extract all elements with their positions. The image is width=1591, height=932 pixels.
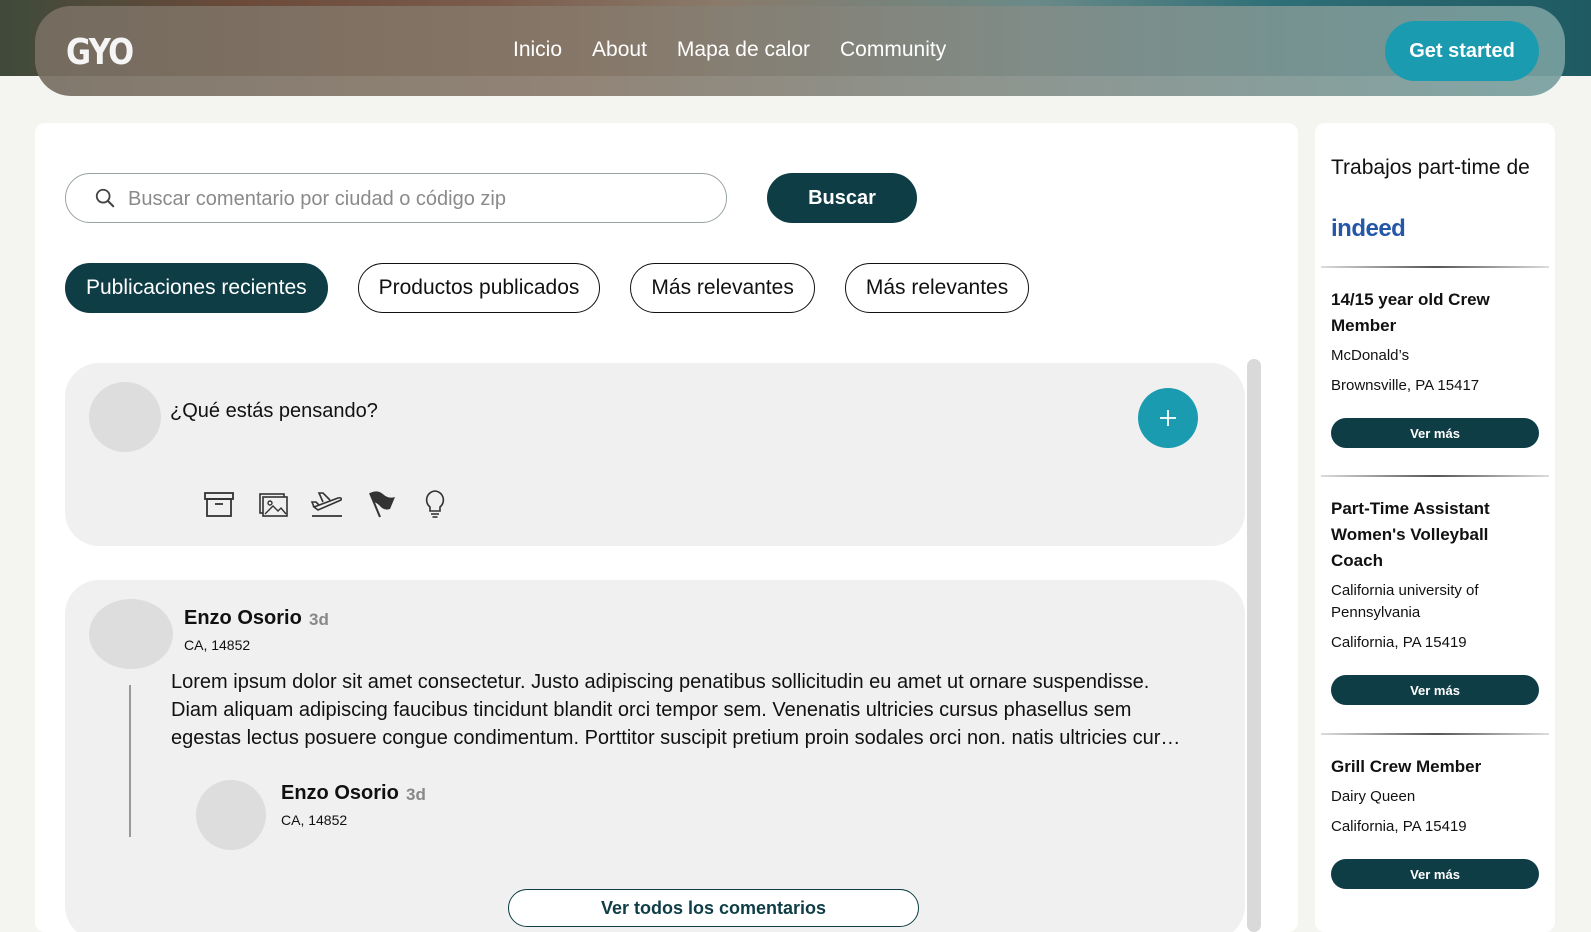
search-icon (95, 188, 115, 208)
filter-chip-mas-relevantes[interactable]: Más relevantes (630, 263, 815, 313)
filter-chip-mas-relevantes-2[interactable]: Más relevantes (844, 263, 1030, 313)
filter-chips: Publicaciones recientes Productos public… (65, 263, 1030, 313)
add-post-button[interactable] (1138, 388, 1198, 448)
plane-icon[interactable] (310, 487, 344, 521)
post-author[interactable]: Enzo Osorio (184, 607, 302, 630)
filter-chip-publicaciones-recientes[interactable]: Publicaciones recientes (65, 263, 328, 313)
view-all-comments-button[interactable]: Ver todos los comentarios (508, 889, 919, 927)
divider (1321, 733, 1549, 735)
nav-item-inicio[interactable]: Inicio (513, 38, 562, 62)
nav-links: Inicio About Mapa de calor Community (513, 38, 946, 62)
avatar[interactable] (89, 599, 173, 669)
jobs-sidebar: Trabajos part-time de indeed 14/15 year … (1315, 123, 1555, 932)
thread-line (129, 685, 131, 837)
post-body: Lorem ipsum dolor sit amet consectetur. … (171, 671, 1181, 749)
search-button[interactable]: Buscar (767, 173, 917, 223)
job-card: Part-Time Assistant Women's Volleyball C… (1331, 496, 1541, 654)
reply-location: CA, 14852 (281, 812, 348, 828)
scrollbar[interactable] (1247, 359, 1261, 932)
divider (1321, 266, 1549, 268)
post-card: Enzo Osorio 3d CA, 14852 Lorem ipsum dol… (65, 580, 1245, 932)
job-card: Grill Crew Member Dairy Queen California… (1331, 754, 1541, 838)
job-location: Brownsville, PA 15417 (1331, 377, 1480, 394)
nav-item-mapa-de-calor[interactable]: Mapa de calor (677, 38, 810, 62)
reply-author[interactable]: Enzo Osorio (281, 782, 399, 805)
logo[interactable]: GYO (66, 32, 134, 73)
ver-mas-button[interactable]: Ver más (1331, 418, 1539, 448)
get-started-button[interactable]: Get started (1385, 21, 1539, 81)
job-company: California university of Pennsylvania (1331, 582, 1479, 621)
archive-icon[interactable] (202, 487, 236, 521)
plus-icon (1160, 410, 1176, 426)
reply-time: 3d (406, 785, 426, 804)
main-panel: Buscar Publicaciones recientes Productos… (35, 123, 1298, 932)
job-company: Dairy Queen (1331, 788, 1416, 805)
search-box (65, 173, 727, 223)
sidebar-title: Trabajos part-time de (1331, 156, 1530, 179)
post-location: CA, 14852 (184, 637, 251, 653)
job-title: 14/15 year old Crew Member (1331, 290, 1490, 335)
flag-icon[interactable] (364, 487, 398, 521)
post-time: 3d (309, 610, 329, 629)
job-title: Grill Crew Member (1331, 757, 1482, 776)
job-company: McDonald’s (1331, 347, 1410, 364)
post-composer: ¿Qué estás pensando? (65, 363, 1245, 546)
avatar (89, 382, 161, 452)
job-location: California, PA 15419 (1331, 818, 1467, 835)
divider (1321, 475, 1549, 477)
ver-mas-button[interactable]: Ver más (1331, 675, 1539, 705)
composer-input[interactable]: ¿Qué estás pensando? (170, 400, 378, 423)
job-title: Part-Time Assistant Women's Volleyball C… (1331, 499, 1490, 570)
composer-tools (202, 487, 452, 521)
lightbulb-icon[interactable] (418, 487, 452, 521)
filter-chip-productos-publicados[interactable]: Productos publicados (357, 263, 601, 313)
job-card: 14/15 year old Crew Member McDonald’s Br… (1331, 287, 1541, 397)
ver-mas-button[interactable]: Ver más (1331, 859, 1539, 889)
job-location: California, PA 15419 (1331, 634, 1467, 651)
top-navbar: GYO Inicio About Mapa de calor Community… (35, 6, 1565, 96)
reply-avatar[interactable] (196, 780, 266, 850)
search-input[interactable] (128, 186, 708, 212)
nav-item-about[interactable]: About (592, 38, 647, 62)
indeed-logo: indeed (1331, 215, 1406, 242)
image-icon[interactable] (256, 487, 290, 521)
nav-item-community[interactable]: Community (840, 38, 946, 62)
